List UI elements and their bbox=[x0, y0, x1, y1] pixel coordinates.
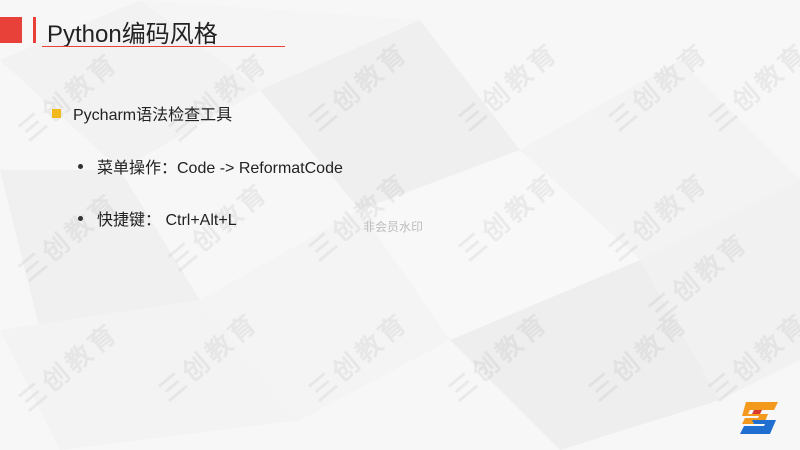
sub-bullet-text: 菜单操作：Code -> ReformatCode bbox=[97, 160, 343, 177]
center-watermark: 非会员水印 bbox=[363, 220, 424, 234]
sub-bullet: 快捷键： Ctrl+Alt+L bbox=[78, 206, 237, 230]
square-bullet-icon bbox=[52, 108, 61, 118]
dot-bullet-icon bbox=[78, 215, 83, 221]
bullet-main-text: Pycharm语法检查工具 bbox=[73, 107, 233, 124]
sanchuang-logo-icon bbox=[740, 402, 778, 434]
bullet-main: Pycharm语法检查工具 bbox=[52, 101, 232, 125]
sub-bullet-text: 快捷键： Ctrl+Alt+L bbox=[97, 212, 237, 229]
sub-bullet: 菜单操作：Code -> ReformatCode bbox=[78, 154, 343, 178]
dot-bullet-icon bbox=[78, 163, 83, 169]
